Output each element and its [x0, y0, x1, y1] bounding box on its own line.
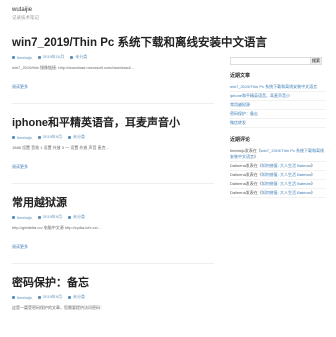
comment-end: 》: [310, 181, 315, 186]
author-meta: timetaijo: [12, 214, 32, 220]
comment-mid: 发表在《: [245, 181, 262, 186]
site-description: 记录技术笔记: [12, 15, 39, 20]
recent-post-link[interactable]: 密码保护：备忘: [230, 110, 326, 119]
comment-post-link[interactable]: 如何修复: 大人生活 Batman: [262, 190, 311, 195]
date-meta: 2019年9月: [37, 294, 62, 300]
category-meta: 未分类: [70, 54, 87, 60]
calendar-icon: [37, 55, 41, 59]
post-category[interactable]: 未分类: [75, 54, 87, 60]
post-date[interactable]: 2019年9月: [43, 294, 62, 300]
comment-mid: 发表在《: [245, 190, 262, 195]
comment-author[interactable]: Dalieena: [230, 172, 246, 177]
comment-end: 》: [310, 172, 315, 177]
date-meta: 2019年10月: [37, 54, 64, 60]
author-meta: timetaijo: [12, 134, 32, 140]
user-icon: [12, 215, 15, 219]
post-meta: timetaijo 2019年9月 未分类: [12, 134, 214, 140]
read-more-link[interactable]: 阅读更多: [12, 84, 28, 89]
recent-post-link[interactable]: 微信转发: [230, 119, 326, 128]
comment-author[interactable]: timetaijo: [230, 148, 245, 153]
search-form: 搜索: [230, 57, 322, 65]
comment-mid: 发表在《: [245, 163, 262, 168]
post-list: win7_2019/Thin Pc 系统下载和离线安装中文语言 timetaij…: [12, 36, 267, 337]
author-meta: timetaijo: [12, 54, 32, 60]
post-meta: timetaijo 2019年10月 未分类: [12, 54, 214, 60]
site-header: wutaijie 记录技术笔记: [12, 6, 39, 21]
sidebar: 搜索 近期文章 win7_2019/Thin Pc 系统下载和离线安装中文语言 …: [230, 57, 326, 206]
author-meta: timetaijo: [12, 294, 32, 300]
post-title[interactable]: win7_2019/Thin Pc 系统下载和离线安装中文语言: [12, 36, 267, 50]
post-category[interactable]: 未分类: [73, 214, 85, 220]
post-author[interactable]: timetaijo: [17, 215, 32, 220]
post-date[interactable]: 2019年10月: [43, 54, 64, 60]
comment-author[interactable]: Dalieena: [230, 190, 246, 195]
post-excerpt: http://getdelta.co/ 电脑中文源 http://cydia.i…: [12, 225, 102, 230]
category-meta: 未分类: [68, 294, 85, 300]
comment-mid: 发表在《: [244, 148, 261, 153]
comment-end: 》: [310, 190, 315, 195]
category-meta: 未分类: [68, 134, 85, 140]
folder-icon: [68, 295, 72, 299]
post-excerpt: 这是一篇受密码保护的文章，您需要提供访问密码：: [12, 305, 104, 310]
recent-comment: timetaijo发表在《win7_2019/Thin Pc 系统下载和离线安装…: [230, 147, 326, 162]
comment-author[interactable]: Dalieena: [230, 163, 246, 168]
comment-post-link[interactable]: 如何修复: 大人生活 Batman: [262, 172, 311, 177]
folder-icon: [68, 135, 72, 139]
recent-post-link[interactable]: iphone和平精英语音，耳麦声音小: [230, 92, 326, 101]
post-excerpt: 1888 设置 音效 1 设置 外放 3 一 设置 外放 声音 麦克...: [12, 145, 109, 150]
comment-end: 》: [310, 163, 315, 168]
recent-comment: Dalieena发表在《如何修复: 大人生活 Batman》: [230, 189, 326, 198]
post-item: iphone和平精英语音，耳麦声音小 timetaijo 2019年9月 未分类…: [12, 116, 214, 184]
calendar-icon: [37, 135, 41, 139]
post-category[interactable]: 未分类: [73, 134, 85, 140]
recent-comment: Dalieena发表在《如何修复: 大人生活 Batman》: [230, 180, 326, 189]
comment-mid: 发表在《: [245, 172, 262, 177]
post-item: 密码保护：备忘 timetaijo 2019年9月 未分类 这是一篇受密码保护的…: [12, 276, 214, 325]
post-author[interactable]: timetaijo: [17, 135, 32, 140]
recent-post-link[interactable]: 常用越狱源: [230, 101, 326, 110]
comment-post-link[interactable]: 如何修复: 大人生活 Batman: [262, 181, 311, 186]
recent-comments-list: timetaijo发表在《win7_2019/Thin Pc 系统下载和离线安装…: [230, 147, 326, 198]
user-icon: [12, 135, 15, 139]
comment-author[interactable]: Dalieena: [230, 181, 246, 186]
date-meta: 2019年9月: [37, 134, 62, 140]
post-category[interactable]: 未分类: [73, 294, 85, 300]
read-more-link[interactable]: 阅读更多: [12, 164, 28, 169]
post-date[interactable]: 2019年9月: [43, 134, 62, 140]
post-title[interactable]: iphone和平精英语音，耳麦声音小: [12, 116, 214, 130]
calendar-icon: [37, 215, 41, 219]
post-item: 常用越狱源 timetaijo 2019年9月 未分类 http://getde…: [12, 196, 214, 264]
user-icon: [12, 55, 15, 59]
folder-icon: [68, 215, 72, 219]
site-title[interactable]: wutaijie: [12, 6, 39, 14]
recent-post-link[interactable]: win7_2019/Thin Pc 系统下载和离线安装中文语言: [230, 83, 326, 92]
recent-comment: Dalieena发表在《如何修复: 大人生活 Batman》: [230, 162, 326, 171]
post-excerpt: win7_2019/thin 镜像链接: http://download.mic…: [12, 65, 135, 70]
search-input[interactable]: [230, 57, 310, 65]
user-icon: [12, 295, 15, 299]
recent-comments-title: 近期评论: [230, 137, 251, 143]
post-date[interactable]: 2019年9月: [43, 214, 62, 220]
search-button[interactable]: 搜索: [310, 57, 322, 65]
post-meta: timetaijo 2019年9月 未分类: [12, 214, 214, 220]
read-more-link[interactable]: 阅读更多: [12, 244, 28, 249]
comment-end: 》: [254, 154, 258, 159]
category-meta: 未分类: [68, 214, 85, 220]
comment-post-link[interactable]: 如何修复: 大人生活 Batman: [262, 163, 311, 168]
recent-comment: Dalieena发表在《如何修复: 大人生活 Batman》: [230, 171, 326, 180]
post-title[interactable]: 常用越狱源: [12, 196, 214, 210]
recent-posts-list: win7_2019/Thin Pc 系统下载和离线安装中文语言 iphone和平…: [230, 83, 326, 128]
folder-icon: [70, 55, 74, 59]
post-item: win7_2019/Thin Pc 系统下载和离线安装中文语言 timetaij…: [12, 36, 267, 104]
post-author[interactable]: timetaijo: [17, 295, 32, 300]
recent-posts-title: 近期文章: [230, 73, 251, 79]
post-author[interactable]: timetaijo: [17, 55, 32, 60]
post-meta: timetaijo 2019年9月 未分类: [12, 294, 214, 300]
date-meta: 2019年9月: [37, 214, 62, 220]
calendar-icon: [37, 295, 41, 299]
post-title[interactable]: 密码保护：备忘: [12, 276, 214, 290]
